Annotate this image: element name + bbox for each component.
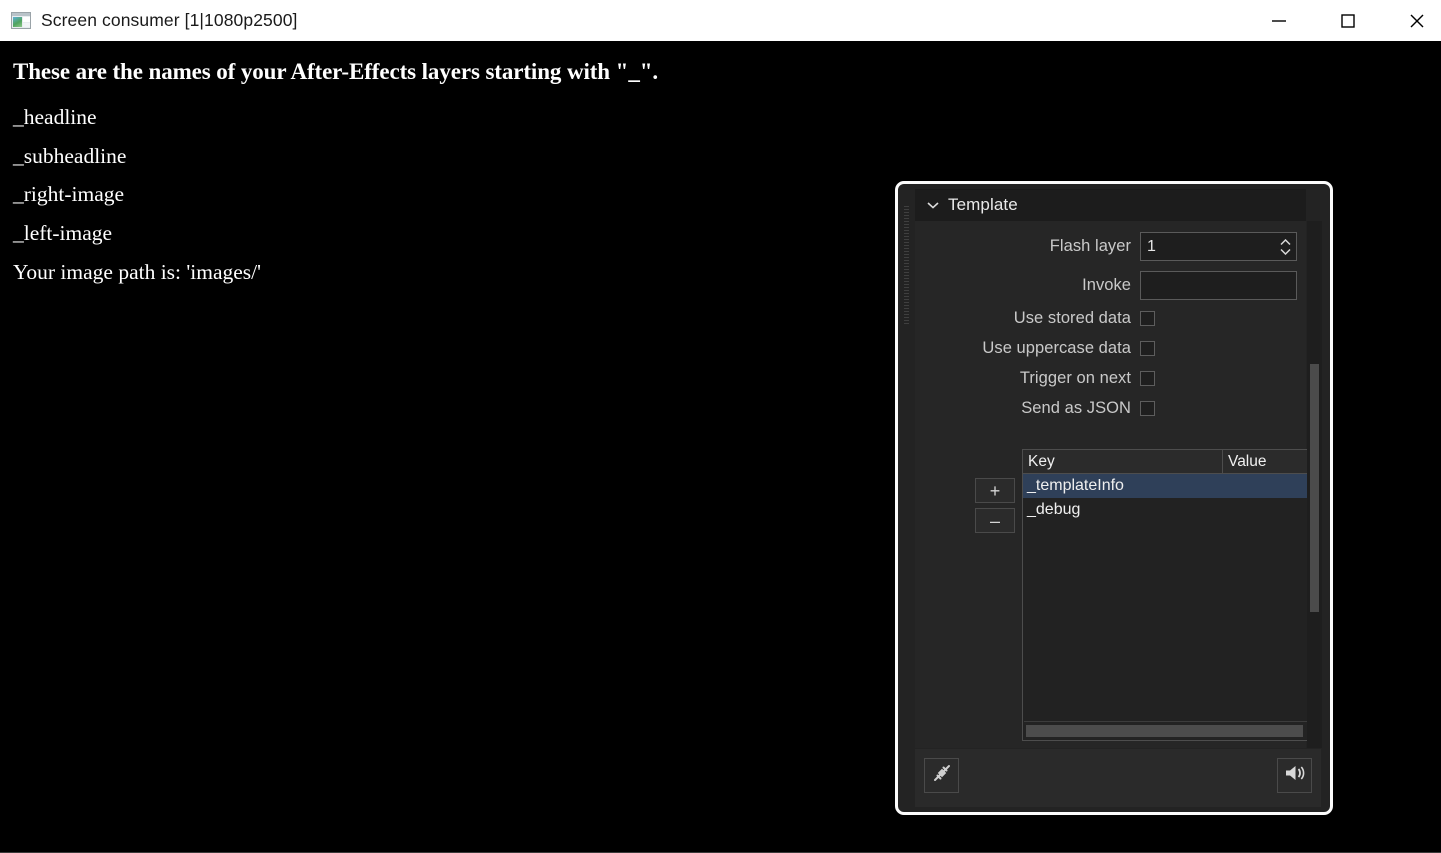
- connect-button[interactable]: [924, 758, 959, 793]
- data-table-header: Key Value: [1023, 450, 1310, 474]
- template-panel-inner: Template Flash layer 1 Invoke Use stored…: [904, 189, 1324, 807]
- template-panel-title: Template: [948, 195, 1018, 214]
- layer-info-text: These are the names of your After-Effect…: [13, 57, 658, 292]
- plug-connect-icon: [931, 762, 953, 789]
- maximize-icon: [1339, 12, 1357, 30]
- layer-name-0: _headline: [13, 105, 97, 129]
- form-row-invoke: Invoke: [915, 271, 1306, 300]
- image-path-text: Your image path is: 'images/': [13, 260, 262, 284]
- data-table-block: + – Key Value _templateInfo _debug: [915, 449, 1311, 742]
- data-table-horizontal-scrollbar[interactable]: [1024, 721, 1309, 739]
- trigger-on-next-label: Trigger on next: [1019, 369, 1131, 387]
- column-header-value[interactable]: Value: [1223, 450, 1310, 473]
- column-header-key[interactable]: Key: [1023, 450, 1223, 473]
- template-panel: Template Flash layer 1 Invoke Use stored…: [895, 181, 1333, 815]
- screen-consumer-canvas: These are the names of your After-Effect…: [0, 41, 1441, 853]
- maximize-button[interactable]: [1325, 0, 1371, 41]
- table-row[interactable]: _templateInfo: [1023, 474, 1310, 498]
- panel-drag-grip[interactable]: [904, 206, 909, 324]
- window-titlebar: Screen consumer [1|1080p2500]: [0, 0, 1441, 41]
- close-icon: [1407, 11, 1427, 31]
- template-panel-vertical-scrollbar[interactable]: [1307, 221, 1322, 748]
- data-table[interactable]: Key Value _templateInfo _debug: [1022, 449, 1311, 741]
- template-form-scrollarea: Flash layer 1 Invoke Use stored data Use…: [915, 221, 1311, 748]
- table-row[interactable]: _debug: [1023, 498, 1310, 522]
- data-table-side-buttons: + –: [975, 478, 1015, 538]
- remove-row-button[interactable]: –: [975, 508, 1015, 533]
- send-as-json-checkbox[interactable]: [1140, 401, 1155, 416]
- use-stored-data-checkbox[interactable]: [1140, 311, 1155, 326]
- layer-name-2: _right-image: [13, 182, 125, 206]
- volume-button[interactable]: [1277, 758, 1312, 793]
- use-uppercase-data-label: Use uppercase data: [982, 339, 1131, 357]
- minimize-button[interactable]: [1256, 0, 1302, 41]
- trigger-on-next-checkbox[interactable]: [1140, 371, 1155, 386]
- form-row-use-uppercase-data: Use uppercase data: [915, 339, 1306, 358]
- invoke-input[interactable]: [1140, 271, 1297, 300]
- flash-layer-spinner[interactable]: [1278, 233, 1292, 260]
- layer-name-1: _subheadline: [13, 143, 127, 168]
- use-uppercase-data-checkbox[interactable]: [1140, 341, 1155, 356]
- send-as-json-label: Send as JSON: [1021, 399, 1131, 417]
- chevron-up-icon: [1279, 238, 1291, 245]
- window-title: Screen consumer [1|1080p2500]: [41, 10, 298, 30]
- chevron-down-icon: [1279, 248, 1291, 255]
- close-button[interactable]: [1394, 0, 1440, 41]
- layer-info-heading: These are the names of your After-Effect…: [13, 59, 659, 84]
- flash-layer-input[interactable]: 1: [1140, 232, 1297, 261]
- layer-name-3: _left-image: [13, 220, 113, 245]
- form-row-use-stored-data: Use stored data: [915, 309, 1306, 328]
- data-table-hscroll-thumb[interactable]: [1026, 724, 1303, 737]
- use-stored-data-label: Use stored data: [1013, 309, 1131, 327]
- invoke-label: Invoke: [1082, 276, 1131, 294]
- table-cell-key: _debug: [1027, 501, 1081, 518]
- caspar-screen-icon: [11, 12, 31, 29]
- minimize-icon: [1270, 15, 1288, 27]
- remove-row-label: –: [989, 510, 1000, 531]
- table-cell-key: _templateInfo: [1027, 477, 1124, 494]
- add-row-label: +: [989, 480, 1001, 501]
- speaker-volume-icon: [1283, 762, 1307, 789]
- flash-layer-label: Flash layer: [1049, 237, 1131, 255]
- add-row-button[interactable]: +: [975, 478, 1015, 503]
- form-row-trigger-on-next: Trigger on next: [915, 369, 1306, 388]
- form-row-send-as-json: Send as JSON: [915, 399, 1306, 418]
- template-panel-footer: [915, 749, 1321, 807]
- chevron-down-icon[interactable]: [924, 201, 942, 209]
- template-panel-header[interactable]: Template: [915, 189, 1306, 221]
- form-row-flash-layer: Flash layer 1: [915, 232, 1306, 261]
- flash-layer-value: 1: [1147, 237, 1156, 255]
- template-panel-vscroll-thumb[interactable]: [1310, 364, 1319, 612]
